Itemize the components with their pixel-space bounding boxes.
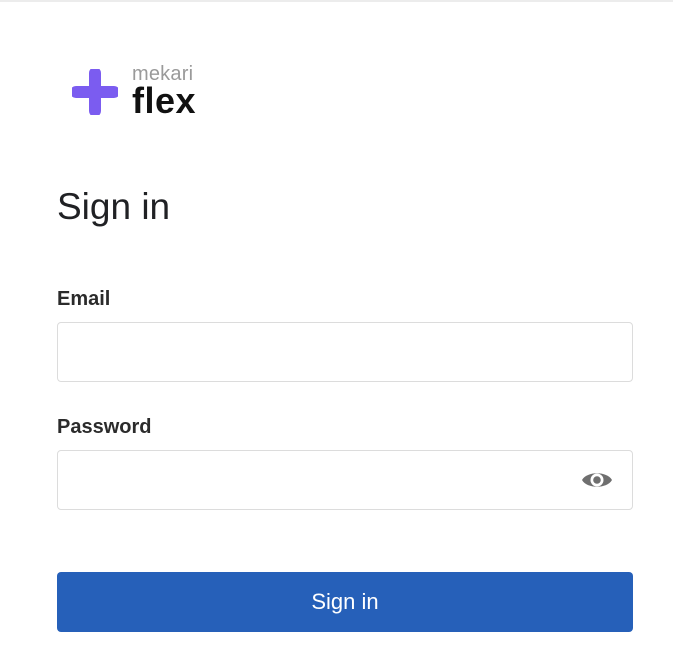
logo-product-name: flex: [132, 80, 197, 121]
email-label: Email: [57, 288, 111, 310]
brand-logo: mekari flex: [72, 64, 196, 119]
plus-logo-icon: [72, 68, 118, 115]
logo-wordmark: mekari flex: [132, 64, 196, 119]
eye-icon[interactable]: [580, 466, 614, 494]
sign-in-button[interactable]: Sign in: [57, 572, 633, 632]
password-field[interactable]: [57, 450, 633, 510]
sign-in-page: mekari flex Sign in Email Password Sign …: [0, 0, 673, 646]
email-field[interactable]: [57, 322, 633, 382]
page-title: Sign in: [57, 186, 171, 227]
password-label: Password: [57, 416, 152, 438]
